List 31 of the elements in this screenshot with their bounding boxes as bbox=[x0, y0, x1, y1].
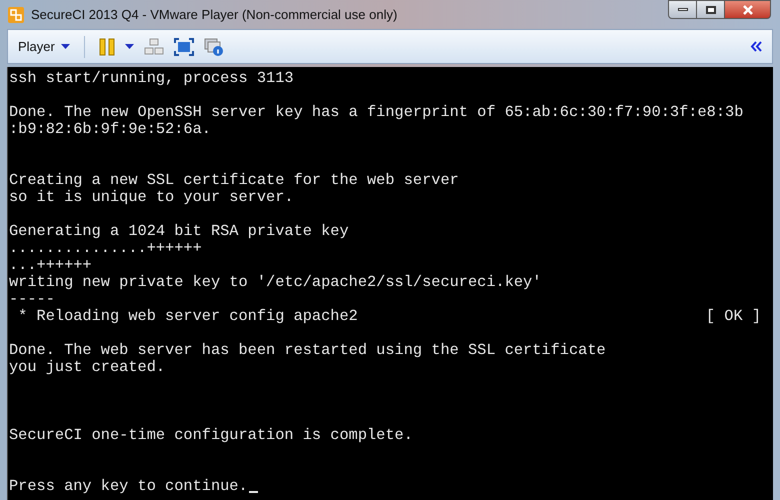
terminal-line: so it is unique to your server. bbox=[9, 189, 294, 206]
terminal-line: Creating a new SSL certificate for the web server bbox=[9, 172, 459, 189]
terminal-line: Done. The new OpenSSH server key has a fingerprint of 65:ab:6c:30:f7:90:3f:e8:3b bbox=[9, 104, 744, 121]
terminal-line: SecureCI one-time configuration is complete. bbox=[9, 427, 413, 444]
terminal-line: writing new private key to '/etc/apache2/ssl/secureci.key' bbox=[9, 274, 542, 291]
close-icon bbox=[742, 4, 754, 14]
vm-info-icon[interactable] bbox=[204, 38, 224, 56]
terminal-line: ----- bbox=[9, 291, 55, 308]
minimize-button[interactable] bbox=[668, 0, 697, 19]
terminal-line: Done. The web server has been restarted using the SSL certificate bbox=[9, 342, 606, 359]
terminal-line: Generating a 1024 bit RSA private key bbox=[9, 223, 349, 240]
close-button[interactable] bbox=[724, 0, 771, 19]
window-title: SecureCI 2013 Q4 - VMware Player (Non-commercial use only) bbox=[31, 6, 398, 24]
app-logo-icon bbox=[7, 6, 25, 24]
caret-icon bbox=[60, 44, 70, 49]
player-menu[interactable]: Player bbox=[18, 36, 70, 56]
fullscreen-icon[interactable] bbox=[174, 38, 194, 56]
text-cursor bbox=[248, 491, 258, 493]
terminal-line: you just created. bbox=[9, 359, 166, 376]
maximize-button[interactable] bbox=[697, 0, 724, 19]
terminal-line: :b9:82:6b:9f:9e:52:6a. bbox=[9, 121, 211, 138]
status-text: [ OK ] bbox=[706, 308, 761, 325]
terminal-line: ...++++++ bbox=[9, 257, 92, 274]
terminal-line: * Reloading web server config apache2 bbox=[17, 308, 358, 325]
dropdown-icon[interactable] bbox=[124, 44, 134, 49]
terminal-line: ssh start/running, process 3113 bbox=[9, 70, 294, 87]
terminal-line: ...............++++++ bbox=[9, 240, 202, 257]
network-icon[interactable] bbox=[144, 38, 164, 56]
pause-icon[interactable] bbox=[98, 38, 115, 56]
collapse-icon[interactable] bbox=[750, 41, 762, 52]
terminal-line: Press any key to continue. bbox=[9, 478, 248, 495]
